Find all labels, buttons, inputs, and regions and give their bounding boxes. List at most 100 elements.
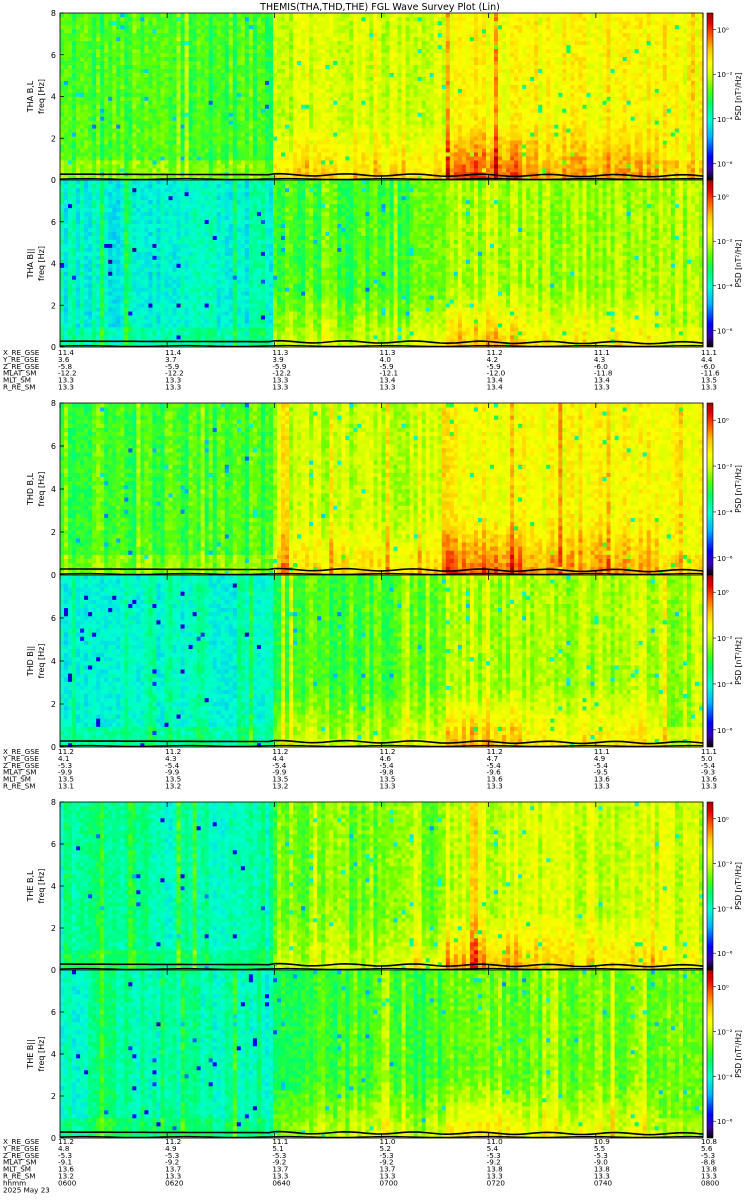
orbit-value: 13.3 — [380, 383, 396, 392]
colorbar-label: PSD [nT²/Hz] — [734, 637, 743, 685]
y-tick-label: 4 — [51, 1050, 56, 1059]
y-tick-label: 0 — [51, 571, 56, 580]
colorbar-tick-label: 10⁻² — [717, 1029, 733, 1037]
orbit-value: 13.1 — [58, 782, 74, 791]
colorbar-tick-label: 10⁻⁶ — [717, 727, 733, 735]
orbit-table-3: X_RE_GSEY_RE_GSEZ_RE_GSEMLAT_SMMLT_SMR_R… — [2, 1137, 720, 1194]
colorbar — [707, 180, 713, 347]
colorbar-tick-label: 10⁻⁶ — [717, 950, 733, 958]
orbit-value: 13.3 — [594, 383, 610, 392]
orbit-row-label: R_RE_SM — [3, 782, 35, 791]
colorbar-label: PSD [nT²/Hz] — [734, 240, 743, 288]
colorbar-tick-label: 10⁻⁶ — [717, 555, 733, 563]
colorbar-tick-label: 10⁻⁴ — [717, 509, 733, 517]
colorbar — [707, 403, 713, 575]
colorbar — [707, 970, 713, 1138]
spectrogram-panel-4: 0246THD B|| freq [Hz]10⁰10⁻²10⁻⁴10⁻⁶PSD [… — [26, 575, 743, 752]
y-tick-label: 0 — [51, 966, 56, 975]
colorbar-tick-label: 10⁰ — [717, 984, 729, 992]
colorbar-tick-label: 10⁻² — [717, 635, 733, 643]
colorbar-tick-label: 10⁻⁴ — [717, 116, 733, 124]
orbit-value: 13.3 — [487, 782, 503, 791]
orbit-value: 13.3 — [165, 383, 181, 392]
date-label: 2025 May 23 — [3, 1185, 50, 1194]
spectrogram-panel-6: 0246THE B|| freq [Hz]10⁰10⁻²10⁻⁴10⁻⁶PSD [… — [26, 970, 743, 1143]
y-tick-label: 2 — [51, 700, 56, 709]
y-tick-label: 6 — [51, 1008, 56, 1017]
orbit-value: 13.2 — [272, 782, 288, 791]
y-axis-label: freq [Hz] — [37, 869, 46, 904]
y-tick-label: 0 — [51, 176, 56, 185]
colorbar-tick-label: 10⁰ — [717, 816, 729, 824]
orbit-value: 13.2 — [165, 782, 181, 791]
colorbar-tick-label: 10⁻² — [717, 71, 733, 79]
colorbar-label: PSD [nT²/Hz] — [734, 465, 743, 513]
orbit-table-1: X_RE_GSEY_RE_GSEZ_RE_GSEMLAT_SMMLT_SMR_R… — [2, 348, 720, 392]
colorbar-tick-label: 10⁻⁴ — [717, 1073, 733, 1081]
colorbar-tick-label: 10⁻² — [717, 861, 733, 869]
y-tick-label: 0 — [51, 743, 56, 752]
colorbar-label: PSD [nT²/Hz] — [734, 1030, 743, 1078]
colorbar-tick-label: 10⁻⁴ — [717, 283, 733, 291]
y-tick-label: 4 — [51, 93, 56, 102]
colorbar-label: PSD [nT²/Hz] — [734, 73, 743, 121]
orbit-value: 13.3 — [58, 383, 74, 392]
y-axis-label: freq [Hz] — [37, 1037, 46, 1072]
spectrogram-panel-5: 0 2 4 6 8 THE B,L freq [Hz] 10⁰ 10⁻² 10⁻⁴ 10⁻⁶ PSD … — [26, 798, 743, 975]
panel-label: THD B,L — [26, 472, 35, 506]
y-tick-label: 8 — [51, 798, 56, 807]
colorbar-tick-label: 10⁰ — [717, 27, 729, 35]
y-axis-label: freq [Hz] — [37, 472, 46, 507]
orbit-value: 0620 — [165, 1178, 184, 1187]
figure-title: THEMIS(THA,THD,THE) FGL Wave Survey Plot… — [259, 2, 500, 13]
orbit-value: 0700 — [380, 1178, 399, 1187]
colorbar — [707, 575, 713, 747]
orbit-value: 13.3 — [701, 782, 717, 791]
spectrogram-panel-2: 0246THA B|| freq [Hz]10⁰10⁻²10⁻⁴10⁻⁶PSD [… — [26, 180, 743, 352]
colorbar — [707, 13, 713, 180]
y-tick-label: 2 — [51, 301, 56, 310]
y-tick-label: 2 — [51, 924, 56, 933]
y-tick-label: 6 — [51, 614, 56, 623]
panel-label: THA B|| — [26, 249, 35, 280]
y-tick-label: 4 — [51, 485, 56, 494]
colorbar-tick-label: 10⁻⁴ — [717, 681, 733, 689]
wave-survey-figure: THEMIS(THA,THD,THE) FGL Wave Survey Plot… — [0, 0, 750, 1200]
orbit-value: 13.3 — [380, 782, 396, 791]
colorbar-tick-label: 10⁰ — [717, 589, 729, 597]
spectrogram-panel-3: 02468THD B,L freq [Hz]10⁰10⁻²10⁻⁴10⁻⁶PSD … — [26, 399, 743, 580]
y-tick-label: 0 — [51, 1134, 56, 1143]
y-tick-label: 2 — [51, 134, 56, 143]
y-tick-label: 4 — [51, 882, 56, 891]
y-tick-label: 8 — [51, 9, 56, 18]
colorbar-tick-label: 10⁻⁶ — [717, 160, 733, 168]
colorbar-tick-label: 10⁰ — [717, 417, 729, 425]
orbit-value: 13.3 — [272, 383, 288, 392]
y-tick-label: 6 — [51, 840, 56, 849]
orbit-value: 0720 — [487, 1178, 506, 1187]
y-axis-label: freq [Hz] — [37, 246, 46, 281]
orbit-value: 0740 — [594, 1178, 613, 1187]
y-tick-label: 4 — [51, 260, 56, 269]
colorbar-tick-label: 10⁻² — [717, 463, 733, 471]
panel-label: THD B|| — [26, 646, 35, 677]
y-tick-label: 2 — [51, 1092, 56, 1101]
y-axis-label: freq [Hz] — [37, 644, 46, 679]
colorbar — [707, 802, 713, 970]
orbit-value: 13.4 — [487, 383, 503, 392]
y-axis-label: freq [Hz] — [37, 79, 46, 114]
colorbar-tick-label: 10⁻⁶ — [717, 1118, 733, 1126]
colorbar-tick-label: 10⁻⁴ — [717, 905, 733, 913]
y-tick-label: 6 — [51, 218, 56, 227]
colorbar-tick-label: 10⁻⁶ — [717, 327, 733, 335]
y-tick-label: 8 — [51, 399, 56, 408]
spectrogram-panel-1: 0 2 4 6 8 THA B,L freq [Hz] 10⁰ 10⁻² 10⁻⁴ 10⁻⁶ PSD … — [26, 9, 743, 185]
orbit-table-2: X_RE_GSEY_RE_GSEZ_RE_GSEMLAT_SMMLT_SMR_R… — [2, 747, 717, 791]
orbit-row-label: R_RE_SM — [3, 383, 35, 392]
orbit-value: 0640 — [272, 1178, 291, 1187]
panel-label: THA B,L — [26, 80, 35, 113]
colorbar-label: PSD [nT²/Hz] — [734, 862, 743, 910]
y-tick-label: 6 — [51, 51, 56, 60]
y-tick-label: 6 — [51, 442, 56, 451]
panel-label: THE B,L — [26, 870, 35, 903]
